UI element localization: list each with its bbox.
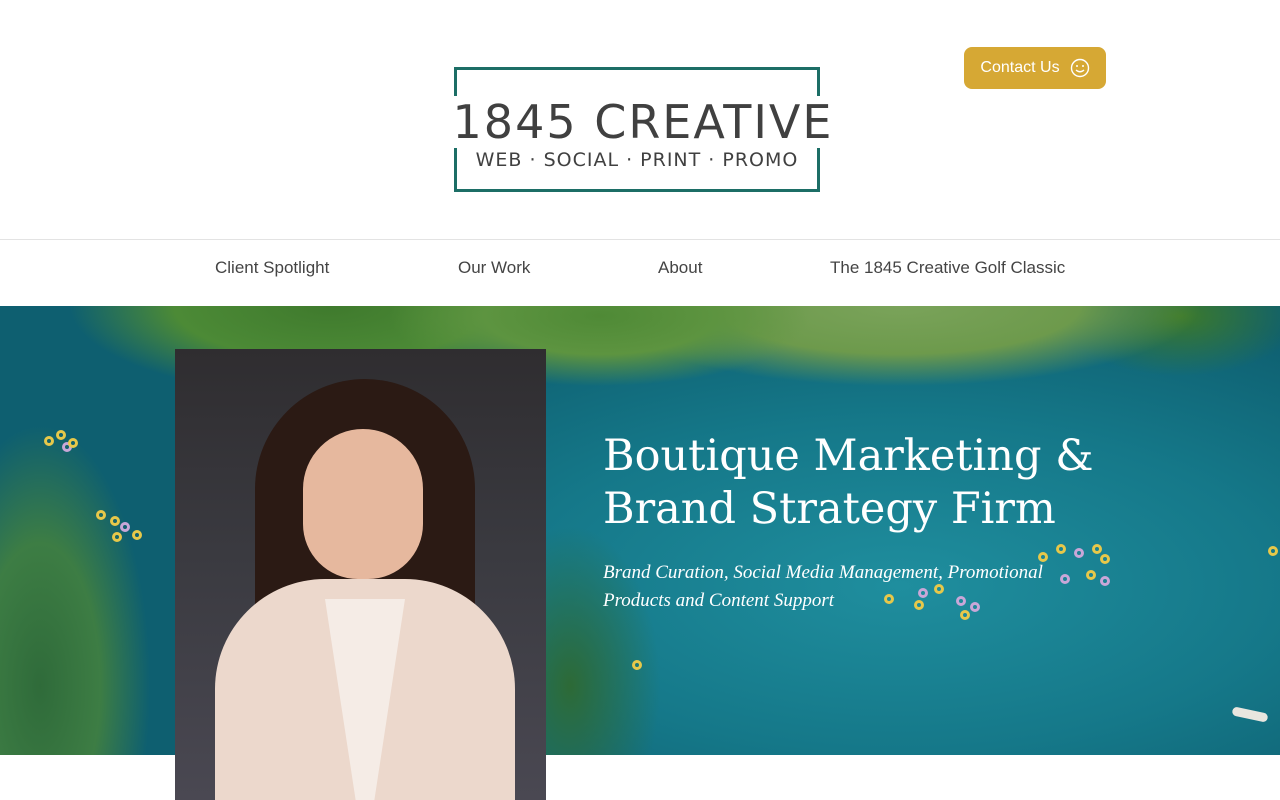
contact-us-button[interactable]: Contact Us [964,47,1106,89]
founder-portrait-photo [175,349,546,800]
nav-item-about[interactable]: About [658,240,702,306]
brand-logo[interactable]: 1845 CREATIVE WEB · SOCIAL · PRINT · PRO… [435,67,851,192]
main-nav: Client Spotlight Our Work About The 1845… [0,239,1280,306]
smiley-icon [1070,58,1089,78]
contact-us-label: Contact Us [980,59,1060,76]
nav-item-golf-classic[interactable]: The 1845 Creative Golf Classic [830,240,1065,306]
nav-item-client-spotlight[interactable]: Client Spotlight [215,240,329,306]
logo-brand-name: 1845 CREATIVE [435,96,851,148]
site-header: 1845 CREATIVE WEB · SOCIAL · PRINT · PRO… [0,0,1280,239]
hero-subtitle: Brand Curation, Social Media Management,… [603,562,1043,611]
hero-title: Boutique Marketing & Brand Strategy Firm [603,431,1094,534]
logo-tagline: WEB · SOCIAL · PRINT · PROMO [475,149,799,171]
nav-item-our-work[interactable]: Our Work [458,240,530,306]
